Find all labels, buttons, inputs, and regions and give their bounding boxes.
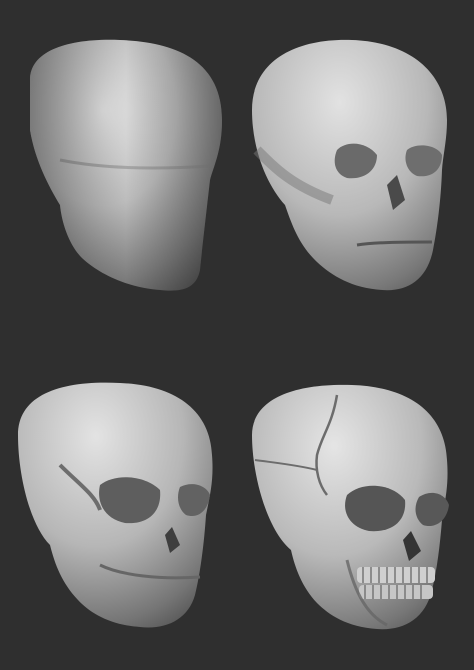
skull-primary-forms-icon xyxy=(252,39,447,291)
sculpt-progression-canvas xyxy=(0,0,474,670)
skull-primary-forms-panel xyxy=(237,0,474,335)
skull-blockout-panel xyxy=(0,0,237,335)
skull-detailed-icon xyxy=(252,384,449,630)
skull-blockout-icon xyxy=(30,39,222,291)
skull-detailed-panel xyxy=(237,335,474,670)
skull-secondary-forms-icon xyxy=(18,382,213,628)
skull-secondary-forms-panel xyxy=(0,335,237,670)
teeth-group xyxy=(357,567,435,599)
